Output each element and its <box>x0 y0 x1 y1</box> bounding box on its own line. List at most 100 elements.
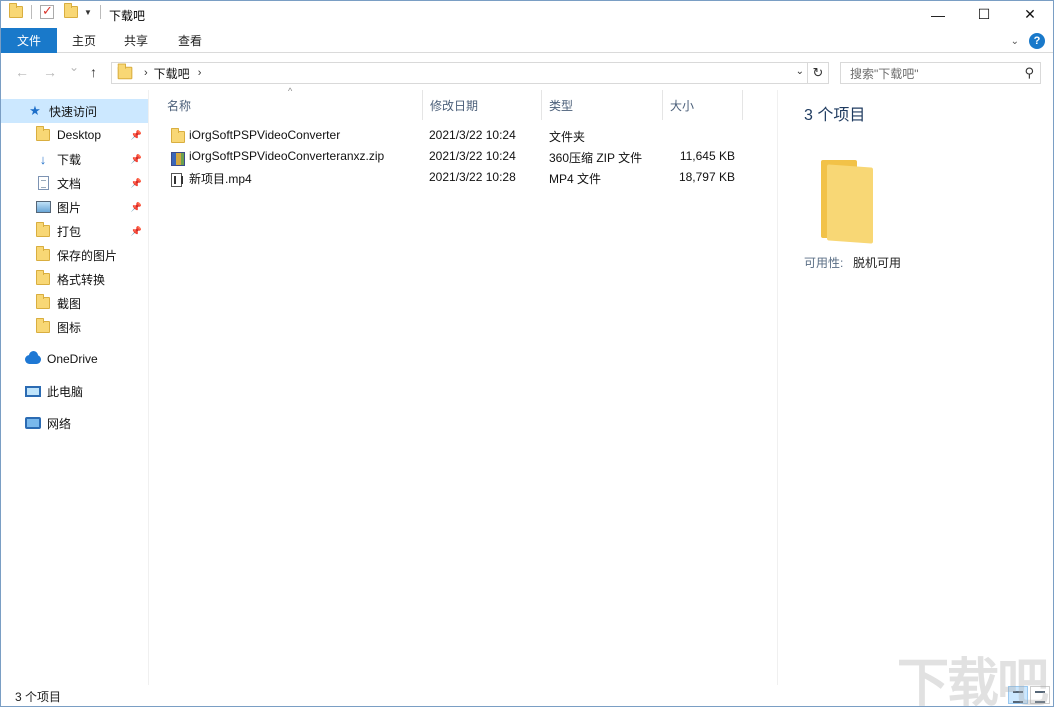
sidebar-item-icons[interactable]: 图标 <box>1 315 148 339</box>
item-count: 3 个项目 <box>15 690 62 704</box>
explorer-window: ▼ 下载吧 — ☐ ✕ 文件 主页 共享 查看 ⌄ ? ← → ⌄ ↑ › 下载… <box>0 0 1054 714</box>
help-icon[interactable]: ? <box>1029 33 1045 49</box>
up-button[interactable]: ↑ <box>90 64 97 80</box>
folder-icon <box>35 222 51 239</box>
sidebar-item-label: OneDrive <box>47 352 98 366</box>
window-title: 下载吧 <box>109 9 146 23</box>
file-name: iOrgSoftPSPVideoConverteranxz.zip <box>189 149 385 163</box>
file-name: iOrgSoftPSPVideoConverter <box>189 128 341 142</box>
status-bar: 3 个项目 <box>1 685 1053 706</box>
availability-value: 脱机可用 <box>853 256 902 270</box>
file-list: ^ 名称 修改日期 类型 大小 iOrgSoftPSPVideoConverte… <box>150 86 777 685</box>
sidebar-item-label: 打包 <box>57 224 82 239</box>
folder-icon <box>9 3 23 18</box>
file-size: 18,797 KB <box>678 170 735 184</box>
availability-label: 可用性: <box>804 256 844 270</box>
tab-view[interactable]: 查看 <box>178 28 202 53</box>
sidebar-item-label: 截图 <box>57 296 82 311</box>
watermark-logo: 下载吧 <box>896 654 1049 714</box>
sidebar-item-label: 此电脑 <box>47 384 84 399</box>
file-type: 360压缩 ZIP 文件 <box>549 151 643 165</box>
search-icon[interactable]: ⚲ <box>1024 65 1034 81</box>
close-button[interactable]: ✕ <box>1007 1 1053 28</box>
forward-button[interactable]: → <box>43 64 57 80</box>
file-type: 文件夹 <box>549 130 586 144</box>
ribbon-right-controls: ⌄ ? <box>1011 33 1045 49</box>
star-icon: ★ <box>29 103 41 118</box>
chevron-right-icon[interactable]: › <box>198 67 202 79</box>
file-type: MP4 文件 <box>549 172 602 186</box>
column-header-modified[interactable]: 修改日期 <box>423 90 542 120</box>
folder-icon <box>35 246 51 263</box>
address-history-chevron-icon[interactable]: ⌄ <box>796 66 804 77</box>
refresh-button[interactable]: ↻ <box>807 63 828 83</box>
pin-icon[interactable]: 📌 <box>131 178 142 189</box>
properties-icon[interactable] <box>40 3 54 19</box>
sidebar-item-network[interactable]: 网络 <box>1 411 148 435</box>
sidebar-item-label: 格式转换 <box>57 272 106 287</box>
expand-ribbon-chevron-icon[interactable]: ⌄ <box>1011 36 1019 47</box>
tab-file[interactable]: 文件 <box>1 28 57 53</box>
folder-icon <box>821 160 873 244</box>
details-title: 3 个项目 <box>804 107 866 124</box>
sidebar-item-onedrive[interactable]: OneDrive <box>1 347 148 371</box>
picture-icon <box>35 199 51 215</box>
pin-icon[interactable]: 📌 <box>131 226 142 237</box>
pin-icon[interactable]: 📌 <box>131 154 142 165</box>
file-name: 新项目.mp4 <box>189 172 252 186</box>
sidebar-item-label: Desktop <box>57 128 102 142</box>
back-button[interactable]: ← <box>15 64 29 80</box>
sidebar-item-label: 快速访问 <box>49 104 98 119</box>
file-row[interactable]: iOrgSoftPSPVideoConverteranxz.zip 2021/3… <box>150 146 777 167</box>
folder-icon <box>35 126 51 143</box>
sidebar-item-saved-pictures[interactable]: 保存的图片 <box>1 243 148 267</box>
sidebar-item-pack[interactable]: 打包 📌 <box>1 219 148 243</box>
file-row[interactable]: 新项目.mp4 2021/3/22 10:28 MP4 文件 18,797 KB <box>150 167 777 188</box>
sidebar-item-quick-access[interactable]: ★ 快速访问 <box>1 99 148 123</box>
tab-home[interactable]: 主页 <box>72 28 96 53</box>
document-icon <box>35 175 51 191</box>
file-row[interactable]: iOrgSoftPSPVideoConverter 2021/3/22 10:2… <box>150 125 777 146</box>
sidebar-item-pictures[interactable]: 图片 📌 <box>1 195 148 219</box>
toolbar-divider <box>31 5 32 19</box>
navigation-bar: ← → ⌄ ↑ › 下载吧 › ⌄ ↻ 搜索"下载吧" ⚲ <box>1 54 1053 90</box>
recent-locations-button[interactable]: ⌄ <box>69 60 79 74</box>
sidebar-item-documents[interactable]: 文档 📌 <box>1 171 148 195</box>
title-bar: ▼ 下载吧 — ☐ ✕ <box>1 1 1053 28</box>
file-size: 11,645 KB <box>679 149 735 163</box>
address-bar[interactable]: › 下载吧 › ⌄ ↻ <box>111 62 829 84</box>
new-folder-icon[interactable] <box>64 3 78 18</box>
ribbon-tabs: 文件 主页 共享 查看 ⌄ ? <box>1 28 1053 53</box>
breadcrumb[interactable]: 下载吧 <box>154 65 190 82</box>
download-icon: ↓ <box>39 151 47 167</box>
folder-icon <box>117 63 133 80</box>
folder-icon <box>35 318 51 335</box>
quick-access-toolbar: ▼ <box>9 3 105 19</box>
column-header-name[interactable]: 名称 <box>160 90 423 120</box>
details-pane: 3 个项目 可用性: 脱机可用 <box>777 90 1053 685</box>
file-modified: 2021/3/22 10:24 <box>429 149 516 163</box>
pin-icon[interactable]: 📌 <box>131 130 142 141</box>
file-modified: 2021/3/22 10:24 <box>429 128 516 142</box>
sidebar-item-label: 图片 <box>57 200 82 215</box>
sidebar-item-screenshots[interactable]: 截图 <box>1 291 148 315</box>
maximize-button[interactable]: ☐ <box>961 1 1007 28</box>
search-placeholder: 搜索"下载吧" <box>850 66 919 81</box>
customize-toolbar-chevron-icon[interactable]: ▼ <box>84 8 92 17</box>
chevron-right-icon[interactable]: › <box>144 67 148 79</box>
pin-icon[interactable]: 📌 <box>131 202 142 213</box>
file-modified: 2021/3/22 10:28 <box>429 170 516 184</box>
sidebar-item-label: 文档 <box>57 176 82 191</box>
sidebar-item-label: 网络 <box>47 416 72 431</box>
toolbar-divider <box>99 5 101 19</box>
sidebar-item-downloads[interactable]: ↓ 下载 📌 <box>1 147 148 171</box>
sidebar-item-label: 保存的图片 <box>57 248 118 263</box>
tab-share[interactable]: 共享 <box>124 28 148 53</box>
sidebar-item-format-convert[interactable]: 格式转换 <box>1 267 148 291</box>
search-input[interactable]: 搜索"下载吧" ⚲ <box>840 62 1041 84</box>
minimize-button[interactable]: — <box>915 1 961 28</box>
sidebar-item-desktop[interactable]: Desktop 📌 <box>1 123 148 147</box>
column-header-size[interactable]: 大小 <box>663 90 743 120</box>
column-header-type[interactable]: 类型 <box>542 90 663 120</box>
sidebar-item-this-pc[interactable]: 此电脑 <box>1 379 148 403</box>
